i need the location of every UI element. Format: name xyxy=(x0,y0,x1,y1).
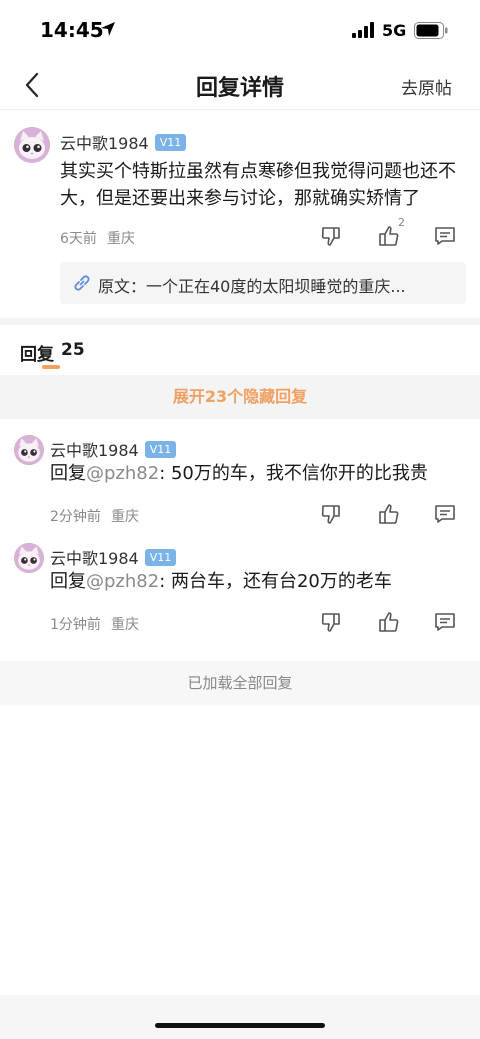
status-bar: 14:45 5G xyxy=(0,0,480,60)
user-info: 云中歌1984 V11 xyxy=(50,437,177,461)
cat-avatar-icon xyxy=(14,435,44,465)
reply-location: 重庆 xyxy=(111,509,139,525)
reply-body: : 50万的车，我不信你开的比我贵 xyxy=(159,463,428,484)
comment-icon[interactable] xyxy=(433,502,457,526)
cat-avatar-icon xyxy=(14,543,44,573)
avatar[interactable] xyxy=(14,543,44,573)
user-name[interactable]: 云中歌1984 xyxy=(60,130,149,154)
like-icon[interactable] xyxy=(377,502,401,526)
comment-icon[interactable] xyxy=(433,610,457,634)
reply-prefix: 回复 xyxy=(50,571,86,592)
comment-icon[interactable] xyxy=(433,224,457,248)
replies-count: 25 xyxy=(61,340,85,360)
section-divider xyxy=(0,318,480,325)
level-badge: V11 xyxy=(144,440,177,458)
user-info: 云中歌1984 V11 xyxy=(50,545,177,569)
dislike-icon[interactable] xyxy=(320,502,344,526)
reply-prefix: 回复 xyxy=(50,463,86,484)
reply-item: 云中歌1984 V11 回复@pzh82: 50万的车，我不信你开的比我贵 2分… xyxy=(0,427,480,535)
tab-underline xyxy=(42,365,60,369)
cat-avatar-icon xyxy=(14,127,50,163)
avatar[interactable] xyxy=(14,127,50,163)
user-name[interactable]: 云中歌1984 xyxy=(50,437,139,461)
like-count: 2 xyxy=(398,216,405,229)
like-icon[interactable] xyxy=(377,610,401,634)
dislike-icon[interactable] xyxy=(320,224,344,248)
avatar[interactable] xyxy=(14,435,44,465)
status-time: 14:45 xyxy=(40,18,104,42)
mention-link[interactable]: @pzh82 xyxy=(86,463,159,484)
main-comment: 云中歌1984 V11 其实买个特斯拉虽然有点寒碜但我觉得问题也还不大，但是还要… xyxy=(0,110,480,318)
level-badge: V11 xyxy=(154,133,187,151)
reply-text: 回复@pzh82: 两台车，还有台20万的老车 xyxy=(50,567,392,593)
user-name[interactable]: 云中歌1984 xyxy=(50,545,139,569)
home-indicator[interactable] xyxy=(155,1023,325,1028)
reply-text: 回复@pzh82: 50万的车，我不信你开的比我贵 xyxy=(50,459,428,485)
bottom-toolbar xyxy=(0,995,480,1039)
link-icon xyxy=(74,275,90,291)
replies-label: 回复 xyxy=(20,345,54,365)
replies-header: 回复 25 xyxy=(0,325,480,375)
comment-text: 其实买个特斯拉虽然有点寒碜但我觉得问题也还不大，但是还要出来参与讨论，那就确实矫… xyxy=(60,161,456,209)
network-type: 5G xyxy=(382,21,407,40)
expand-hidden-replies-button[interactable]: 展开23个隐藏回复 xyxy=(0,375,480,419)
nav-bar: 回复详情 去原帖 xyxy=(0,60,480,110)
mention-link[interactable]: @pzh82 xyxy=(86,571,159,592)
reply-body: : 两台车，还有台20万的老车 xyxy=(159,571,392,592)
user-info: 云中歌1984 V11 xyxy=(60,130,187,154)
dislike-icon[interactable] xyxy=(320,610,344,634)
comment-time: 6天前 xyxy=(60,231,97,247)
reply-location: 重庆 xyxy=(111,617,139,633)
level-badge: V11 xyxy=(144,548,177,566)
location-arrow-icon xyxy=(101,22,115,36)
signal-icon xyxy=(352,22,374,38)
battery-icon xyxy=(414,22,448,39)
reply-item: 云中歌1984 V11 回复@pzh82: 两台车，还有台20万的老车 1分钟前… xyxy=(0,535,480,643)
go-to-original-post-link[interactable]: 去原帖 xyxy=(401,74,452,99)
original-post-link[interactable]: 原文：一个正在40度的太阳坝睡觉的重庆... xyxy=(60,262,466,304)
reply-time: 2分钟前 xyxy=(50,509,101,525)
original-post-title: 原文：一个正在40度的太阳坝睡觉的重庆... xyxy=(98,277,406,296)
all-replies-loaded-notice: 已加载全部回复 xyxy=(0,661,480,705)
comment-location: 重庆 xyxy=(107,231,135,247)
reply-time: 1分钟前 xyxy=(50,617,101,633)
